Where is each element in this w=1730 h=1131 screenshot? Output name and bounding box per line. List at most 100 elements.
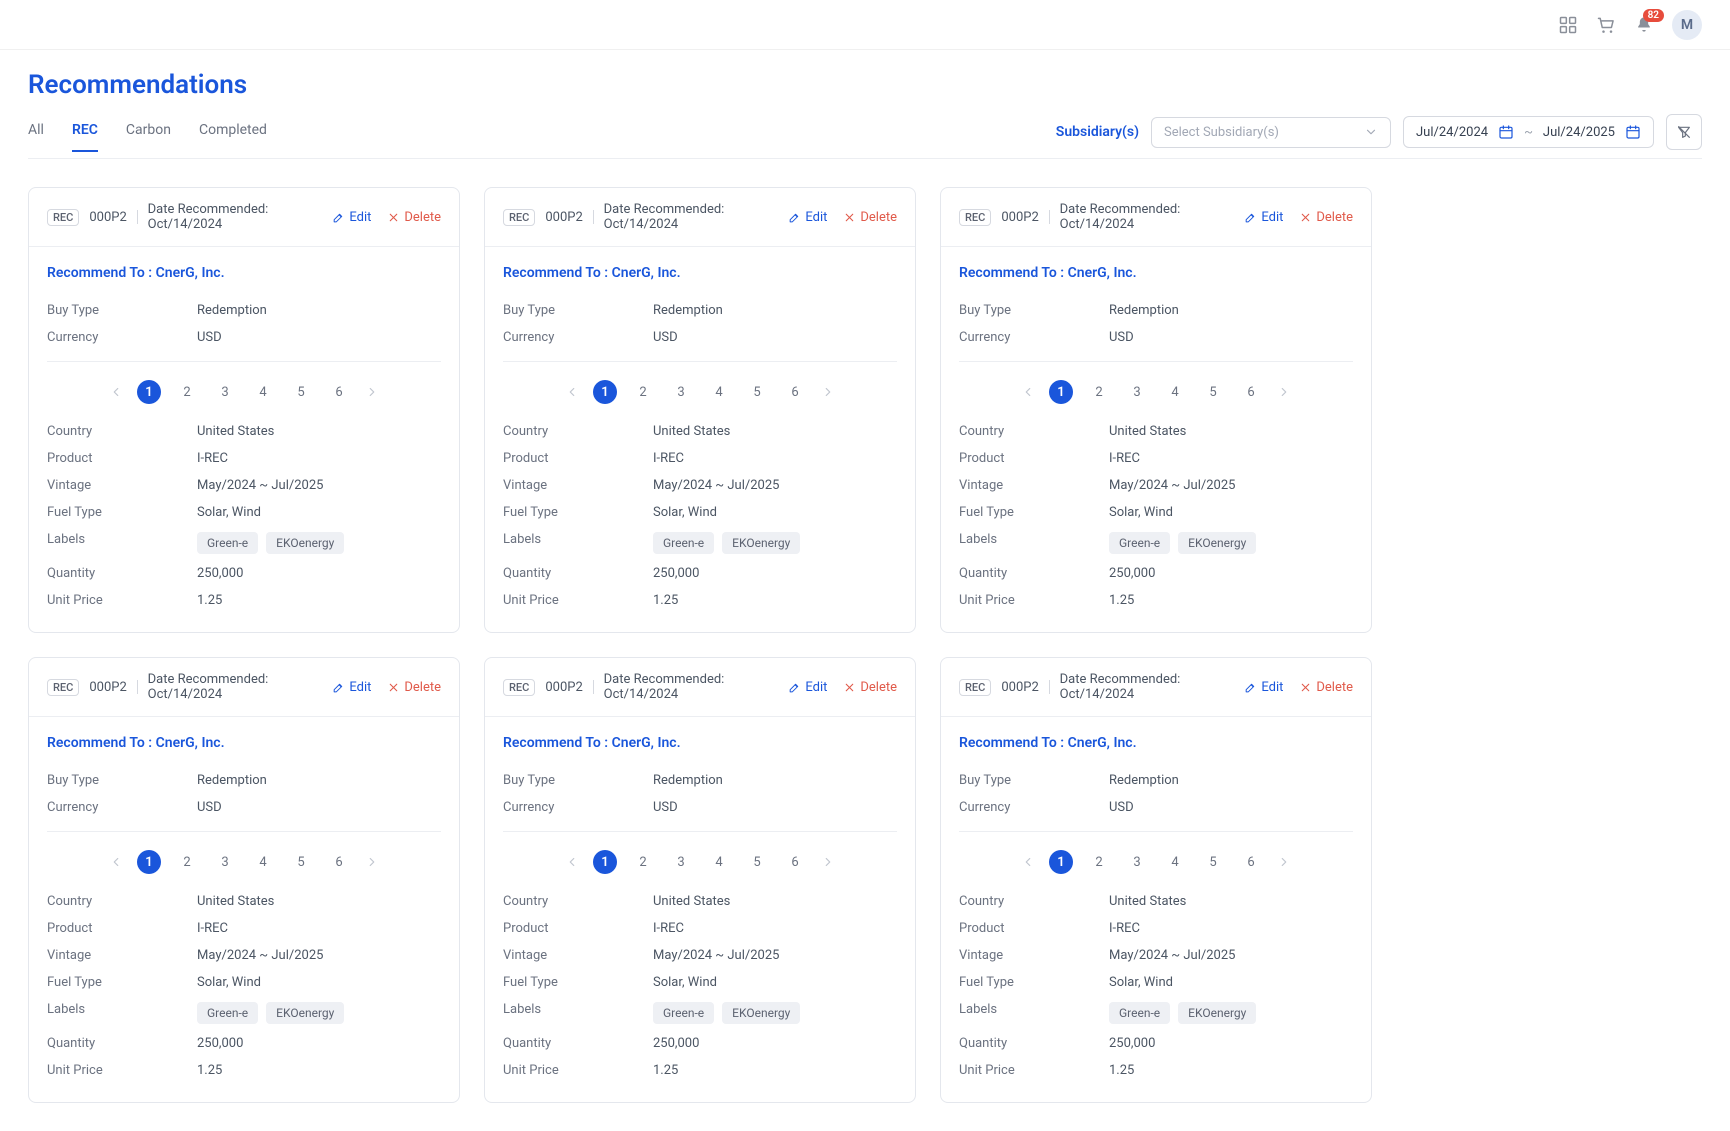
pager-page-6[interactable]: 6 [327,850,351,874]
pager-page-3[interactable]: 3 [669,380,693,404]
pager-prev-icon[interactable] [565,855,579,869]
pager-prev-icon[interactable] [1021,855,1035,869]
pager-page-2[interactable]: 2 [1087,850,1111,874]
recommendation-card: REC 000P2 Date Recommended: Oct/14/2024 … [484,657,916,1103]
pager-page-1[interactable]: 1 [137,380,161,404]
field-product: Product I-REC [959,445,1353,472]
delete-button[interactable]: Delete [843,210,897,225]
card-header: REC 000P2 Date Recommended: Oct/14/2024 … [941,188,1371,247]
pager-page-6[interactable]: 6 [783,380,807,404]
field-fuel-type: Fuel Type Solar, Wind [47,969,441,996]
pager-next-icon[interactable] [1277,385,1291,399]
edit-button[interactable]: Edit [332,210,371,225]
card-actions: Edit Delete [788,680,897,695]
field-quantity: Quantity 250,000 [503,1030,897,1057]
pager-page-3[interactable]: 3 [213,850,237,874]
pager-page-6[interactable]: 6 [1239,380,1263,404]
tab-all[interactable]: All [28,122,44,152]
subsidiary-select[interactable]: Select Subsidiary(s) [1151,117,1391,148]
card-body: Recommend To : CnerG, Inc. Buy Type Rede… [941,717,1371,1102]
rec-tag: REC [503,679,535,696]
pager-next-icon[interactable] [365,855,379,869]
pager-page-2[interactable]: 2 [631,380,655,404]
pager-page-5[interactable]: 5 [745,380,769,404]
delete-button[interactable]: Delete [387,210,441,225]
pager-page-1[interactable]: 1 [593,850,617,874]
pager-page-6[interactable]: 6 [327,380,351,404]
pager-page-4[interactable]: 4 [1163,380,1187,404]
pager-page-2[interactable]: 2 [175,850,199,874]
field-buy-type: Buy Type Redemption [959,767,1353,794]
pager-page-1[interactable]: 1 [1049,850,1073,874]
pager-page-4[interactable]: 4 [251,850,275,874]
pager-page-3[interactable]: 3 [1125,850,1149,874]
delete-button[interactable]: Delete [1299,680,1353,695]
delete-button[interactable]: Delete [387,680,441,695]
pager-page-1[interactable]: 1 [1049,380,1073,404]
field-currency: Currency USD [959,324,1353,351]
edit-icon [788,681,801,694]
pager-page-4[interactable]: 4 [251,380,275,404]
pager-page-2[interactable]: 2 [175,380,199,404]
pager-page-3[interactable]: 3 [669,850,693,874]
recommendation-code: 000P2 [545,210,582,225]
field-buy-type: Buy Type Redemption [503,297,897,324]
edit-button[interactable]: Edit [788,210,827,225]
recommendation-code: 000P2 [545,680,582,695]
edit-button[interactable]: Edit [1244,210,1283,225]
pager-page-5[interactable]: 5 [289,850,313,874]
label-chip: Green-e [1109,1002,1170,1024]
grid-icon[interactable] [1558,15,1578,35]
pager-prev-icon[interactable] [1021,385,1035,399]
tabs: All REC Carbon Completed [28,122,267,151]
pager-next-icon[interactable] [821,385,835,399]
pager-page-6[interactable]: 6 [1239,850,1263,874]
pager-page-5[interactable]: 5 [1201,850,1225,874]
pager-page-2[interactable]: 2 [1087,380,1111,404]
field-vintage: Vintage May/2024 ~ Jul/2025 [47,942,441,969]
date-range-picker[interactable]: Jul/24/2024 ~ Jul/24/2025 [1403,116,1654,148]
delete-button[interactable]: Delete [843,680,897,695]
pager-prev-icon[interactable] [109,385,123,399]
tab-completed[interactable]: Completed [199,122,267,152]
pager-page-5[interactable]: 5 [745,850,769,874]
edit-button[interactable]: Edit [332,680,371,695]
pager-prev-icon[interactable] [565,385,579,399]
pager-page-1[interactable]: 1 [593,380,617,404]
notification-bell-icon[interactable]: 82 [1634,15,1654,35]
field-quantity: Quantity 250,000 [47,1030,441,1057]
pager-page-4[interactable]: 4 [707,380,731,404]
pager-page-4[interactable]: 4 [1163,850,1187,874]
pager-next-icon[interactable] [821,855,835,869]
pager-page-4[interactable]: 4 [707,850,731,874]
pager-next-icon[interactable] [365,385,379,399]
field-currency: Currency USD [503,794,897,821]
field-fuel-type: Fuel Type Solar, Wind [959,499,1353,526]
subsidiary-placeholder: Select Subsidiary(s) [1164,125,1279,140]
pager-page-1[interactable]: 1 [137,850,161,874]
date-recommended: Date Recommended: Oct/14/2024 [148,202,323,232]
tab-carbon[interactable]: Carbon [126,122,171,152]
filter-reset-button[interactable] [1666,114,1702,150]
pager-page-3[interactable]: 3 [213,380,237,404]
recommendation-code: 000P2 [1001,210,1038,225]
pager-page-3[interactable]: 3 [1125,380,1149,404]
pager-page-5[interactable]: 5 [289,380,313,404]
cart-icon[interactable] [1596,15,1616,35]
label-chip: Green-e [653,532,714,554]
recommendation-code: 000P2 [1001,680,1038,695]
pager-page-5[interactable]: 5 [1201,380,1225,404]
pager-page-2[interactable]: 2 [631,850,655,874]
avatar[interactable]: M [1672,10,1702,40]
tab-rec[interactable]: REC [72,122,98,152]
recommendation-card: REC 000P2 Date Recommended: Oct/14/2024 … [940,657,1372,1103]
filter-off-icon [1676,124,1692,140]
delete-button[interactable]: Delete [1299,210,1353,225]
field-quantity: Quantity 250,000 [47,560,441,587]
pager-prev-icon[interactable] [109,855,123,869]
pager-page-6[interactable]: 6 [783,850,807,874]
pager-next-icon[interactable] [1277,855,1291,869]
edit-button[interactable]: Edit [788,680,827,695]
field-unit-price: Unit Price 1.25 [503,587,897,614]
edit-button[interactable]: Edit [1244,680,1283,695]
